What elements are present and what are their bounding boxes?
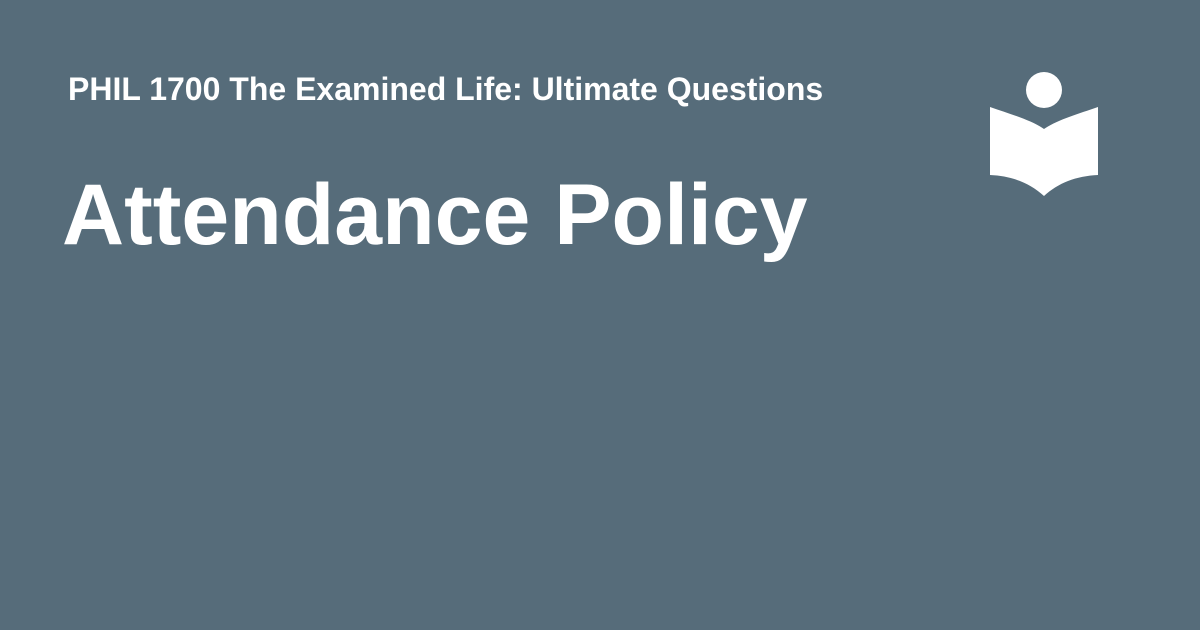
- page-title: Attendance Policy: [62, 167, 808, 263]
- reader-book-icon: [990, 72, 1098, 196]
- social-preview-card: PHIL 1700 The Examined Life: Ultimate Qu…: [0, 0, 1200, 630]
- course-title: PHIL 1700 The Examined Life: Ultimate Qu…: [68, 71, 824, 107]
